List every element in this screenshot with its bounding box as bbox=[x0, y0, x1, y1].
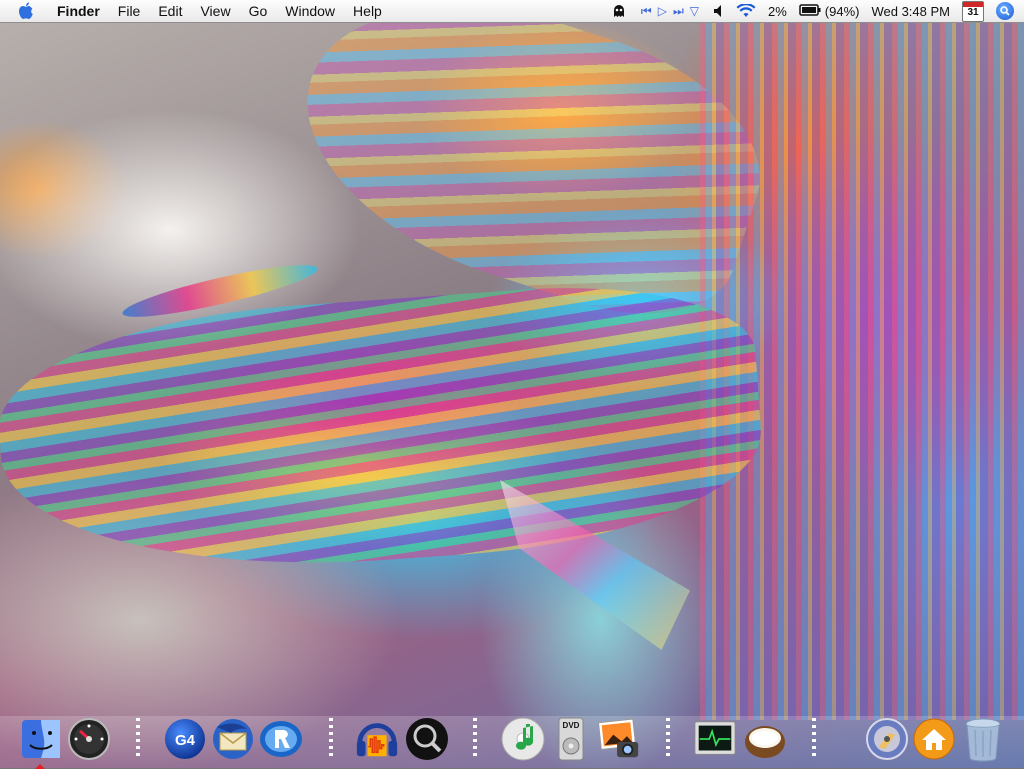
menu-edit[interactable]: Edit bbox=[149, 0, 191, 22]
menu-go[interactable]: Go bbox=[240, 0, 277, 22]
wifi-icon[interactable] bbox=[736, 4, 756, 18]
home-folder-icon[interactable] bbox=[911, 716, 957, 762]
dock-separator bbox=[666, 718, 670, 760]
dock-separator bbox=[812, 718, 816, 760]
dvd-label: DVD bbox=[563, 721, 580, 730]
dashboard-icon[interactable] bbox=[66, 716, 112, 762]
ghost-icon[interactable] bbox=[612, 4, 626, 18]
menu-view[interactable]: View bbox=[191, 0, 239, 22]
dvd-player-icon[interactable]: DVD bbox=[548, 716, 594, 762]
menu-help[interactable]: Help bbox=[344, 0, 391, 22]
play-icon[interactable]: ▷ bbox=[658, 4, 667, 18]
dock: G4 DVD bbox=[0, 710, 1024, 769]
battery-percent: (94%) bbox=[824, 3, 860, 19]
spotlight-icon[interactable] bbox=[996, 2, 1014, 20]
cpu-usage[interactable]: 2% bbox=[768, 4, 787, 19]
running-indicator bbox=[35, 764, 45, 769]
dock-separator bbox=[136, 718, 140, 760]
speaker-icon[interactable] bbox=[713, 5, 724, 17]
dock-separator bbox=[329, 718, 333, 760]
media-controls: ⏮ ▷ ⏭ ▽ bbox=[638, 4, 702, 19]
battery-icon bbox=[799, 3, 821, 19]
menu-file[interactable]: File bbox=[109, 0, 150, 22]
coconut-icon[interactable] bbox=[742, 716, 788, 762]
next-icon[interactable]: ⏭ bbox=[673, 4, 684, 19]
realplayer-icon[interactable] bbox=[258, 716, 304, 762]
menu-bar: Finder File Edit View Go Window Help ⏮ ▷… bbox=[0, 0, 1024, 23]
g4-icon[interactable]: G4 bbox=[162, 716, 208, 762]
audacity-icon[interactable] bbox=[354, 716, 400, 762]
g4-label: G4 bbox=[175, 732, 196, 749]
calendar-icon[interactable]: 31 bbox=[962, 0, 984, 22]
battery-status[interactable]: (94%) bbox=[799, 3, 860, 19]
eject-icon[interactable]: ▽ bbox=[690, 4, 699, 18]
thunderbird-icon[interactable] bbox=[210, 716, 256, 762]
disk-utility-icon[interactable] bbox=[864, 716, 910, 762]
desktop-wallpaper bbox=[0, 0, 1024, 768]
activity-monitor-icon[interactable] bbox=[692, 716, 738, 762]
menu-extras: ⏮ ▷ ⏭ ▽ 2% (94%) Wed 3:48 PM 31 bbox=[606, 0, 1020, 22]
calendar-day: 31 bbox=[967, 6, 979, 18]
dock-separator bbox=[473, 718, 477, 760]
iphoto-icon[interactable] bbox=[596, 716, 642, 762]
apple-icon[interactable] bbox=[16, 1, 36, 21]
finder-icon[interactable] bbox=[18, 716, 64, 762]
previous-icon[interactable]: ⏮ bbox=[641, 4, 652, 19]
clock[interactable]: Wed 3:48 PM bbox=[871, 4, 950, 19]
spotlight-app-icon[interactable] bbox=[404, 716, 450, 762]
menu-window[interactable]: Window bbox=[276, 0, 344, 22]
trash-icon[interactable] bbox=[960, 716, 1006, 762]
menu-app-name[interactable]: Finder bbox=[48, 0, 109, 22]
itunes-icon[interactable] bbox=[500, 716, 546, 762]
